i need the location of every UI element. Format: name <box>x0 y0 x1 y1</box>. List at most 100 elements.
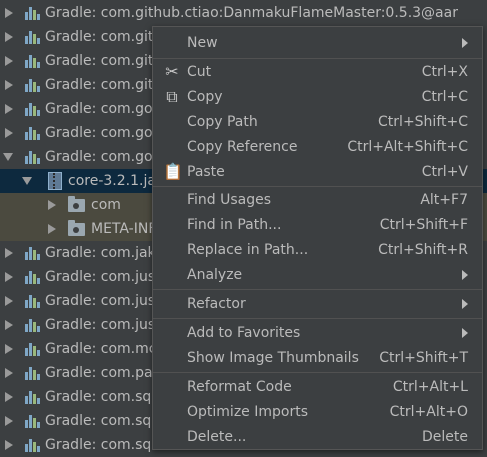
package-folder-icon <box>68 219 85 236</box>
library-icon <box>24 149 40 165</box>
menu-separator <box>153 289 482 290</box>
menu-item-shortcut: Ctrl+Alt+Shift+C <box>347 138 468 155</box>
menu-item-label: Paste <box>187 163 225 180</box>
expand-arrow-icon[interactable] <box>5 368 13 378</box>
expand-arrow-icon[interactable] <box>5 104 13 114</box>
menu-item-add-to-favorites[interactable]: Add to Favorites <box>153 320 482 345</box>
tree-row-label: Gradle: com.goo <box>45 125 162 141</box>
expand-arrow-icon[interactable] <box>48 200 56 210</box>
expand-arrow-icon[interactable] <box>5 32 13 42</box>
expand-arrow-icon[interactable] <box>5 296 13 306</box>
expand-arrow-icon[interactable] <box>5 248 13 258</box>
expand-arrow-icon[interactable] <box>5 128 13 138</box>
clipboard-icon: 📋 <box>163 161 183 181</box>
library-icon <box>24 53 40 69</box>
expand-arrow-icon[interactable] <box>5 56 13 66</box>
package-folder-icon <box>68 195 85 212</box>
expand-arrow-icon[interactable] <box>5 392 13 402</box>
menu-item-analyze[interactable]: Analyze <box>153 262 482 287</box>
menu-item-shortcut: Ctrl+Alt+O <box>389 403 468 420</box>
submenu-arrow-icon <box>462 37 468 48</box>
menu-item-label: Refactor <box>187 295 246 312</box>
tree-row-label: Gradle: com.jake <box>45 245 164 261</box>
menu-item-find-in-path[interactable]: Find in Path... Ctrl+Shift+F <box>153 212 482 237</box>
tree-row-label: META-INF <box>91 221 157 237</box>
tree-row-label: Gradle: com.goo <box>45 101 162 117</box>
tree-row-label: Gradle: com.pars <box>45 365 166 381</box>
menu-item-label: Copy <box>187 88 223 105</box>
tree-row-label: Gradle: com.gith <box>45 53 163 69</box>
expand-arrow-icon[interactable] <box>5 416 13 426</box>
menu-item-shortcut: Ctrl+Shift+T <box>379 349 468 366</box>
tree-row-label: Gradle: com.mcx <box>45 341 165 357</box>
tree-row-label: Gradle: com.goo <box>45 149 162 165</box>
menu-item-label: Show Image Thumbnails <box>187 349 359 366</box>
expand-arrow-icon[interactable] <box>5 8 13 18</box>
tree-row-label: core-3.2.1.jar <box>68 173 162 189</box>
menu-item-new[interactable]: New <box>153 30 482 55</box>
menu-item-label: Delete... <box>187 428 247 445</box>
menu-item-shortcut: Delete <box>422 428 468 445</box>
menu-item-shortcut: Alt+F7 <box>420 191 468 208</box>
menu-item-copy-path[interactable]: Copy Path Ctrl+Shift+C <box>153 109 482 134</box>
tree-row-label: Gradle: com.squa <box>45 389 169 405</box>
library-icon <box>24 293 40 309</box>
menu-item-label: Replace in Path... <box>187 241 309 258</box>
tree-row-label: com <box>91 197 121 213</box>
submenu-arrow-icon <box>462 298 468 309</box>
library-icon <box>24 389 40 405</box>
library-icon <box>24 437 40 453</box>
expand-arrow-icon[interactable] <box>48 224 56 234</box>
menu-separator <box>153 318 482 319</box>
submenu-arrow-icon <box>462 269 468 280</box>
tree-row-label: Gradle: com.just. <box>45 269 166 285</box>
expand-arrow-icon[interactable] <box>5 272 13 282</box>
menu-item-label: Optimize Imports <box>187 403 308 420</box>
menu-item-shortcut: Ctrl+Shift+C <box>378 113 468 130</box>
expand-arrow-icon[interactable] <box>5 80 13 90</box>
menu-item-paste[interactable]: 📋 Paste Ctrl+V <box>153 159 482 184</box>
tree-row[interactable]: Gradle: com.github.ctiao:DanmakuFlameMas… <box>0 1 487 25</box>
menu-item-refactor[interactable]: Refactor <box>153 291 482 316</box>
collapse-arrow-icon[interactable] <box>22 177 32 185</box>
expand-arrow-icon[interactable] <box>5 320 13 330</box>
tree-row-label: Gradle: com.just. <box>45 317 166 333</box>
menu-item-label: Add to Favorites <box>187 324 301 341</box>
menu-item-copy-reference[interactable]: Copy Reference Ctrl+Alt+Shift+C <box>153 134 482 159</box>
library-icon <box>24 413 40 429</box>
menu-item-shortcut: Ctrl+Alt+L <box>392 378 468 395</box>
expand-arrow-icon[interactable] <box>5 440 13 450</box>
menu-item-label: Copy Reference <box>187 138 298 155</box>
library-icon <box>24 5 40 21</box>
menu-item-show-image-thumbnails[interactable]: Show Image Thumbnails Ctrl+Shift+T <box>153 345 482 370</box>
menu-item-find-usages[interactable]: Find Usages Alt+F7 <box>153 187 482 212</box>
menu-item-replace-in-path[interactable]: Replace in Path... Ctrl+Shift+R <box>153 237 482 262</box>
library-icon <box>24 269 40 285</box>
tree-row-label: Gradle: com.gith <box>45 77 163 93</box>
menu-item-reformat-code[interactable]: Reformat Code Ctrl+Alt+L <box>153 374 482 399</box>
menu-item-label: New <box>187 34 218 51</box>
tree-row-label: Gradle: com.squa <box>45 437 169 453</box>
menu-item-label: Find in Path... <box>187 216 282 233</box>
library-icon <box>24 317 40 333</box>
menu-item-label: Copy Path <box>187 113 258 130</box>
jar-icon <box>48 172 62 190</box>
expand-arrow-icon[interactable] <box>5 344 13 354</box>
library-icon <box>24 125 40 141</box>
menu-item-label: Find Usages <box>187 191 272 208</box>
menu-item-label: Analyze <box>187 266 243 283</box>
menu-item-copy[interactable]: ⧉ Copy Ctrl+C <box>153 84 482 109</box>
menu-item-shortcut: Ctrl+X <box>421 63 468 80</box>
menu-item-shortcut: Ctrl+C <box>421 88 468 105</box>
copy-icon: ⧉ <box>166 86 178 106</box>
collapse-arrow-icon[interactable] <box>3 153 13 161</box>
menu-item-optimize-imports[interactable]: Optimize Imports Ctrl+Alt+O <box>153 399 482 424</box>
menu-item-label: Cut <box>187 63 212 80</box>
menu-item-cut[interactable]: ✂ Cut Ctrl+X <box>153 59 482 84</box>
menu-item-shortcut: Ctrl+Shift+F <box>379 216 468 233</box>
library-icon <box>24 341 40 357</box>
menu-item-delete[interactable]: Delete... Delete <box>153 424 482 449</box>
context-menu: New ✂ Cut Ctrl+X ⧉ Copy Ctrl+C Copy Path… <box>152 26 483 450</box>
menu-item-shortcut: Ctrl+Shift+R <box>378 241 468 258</box>
submenu-arrow-icon <box>462 327 468 338</box>
